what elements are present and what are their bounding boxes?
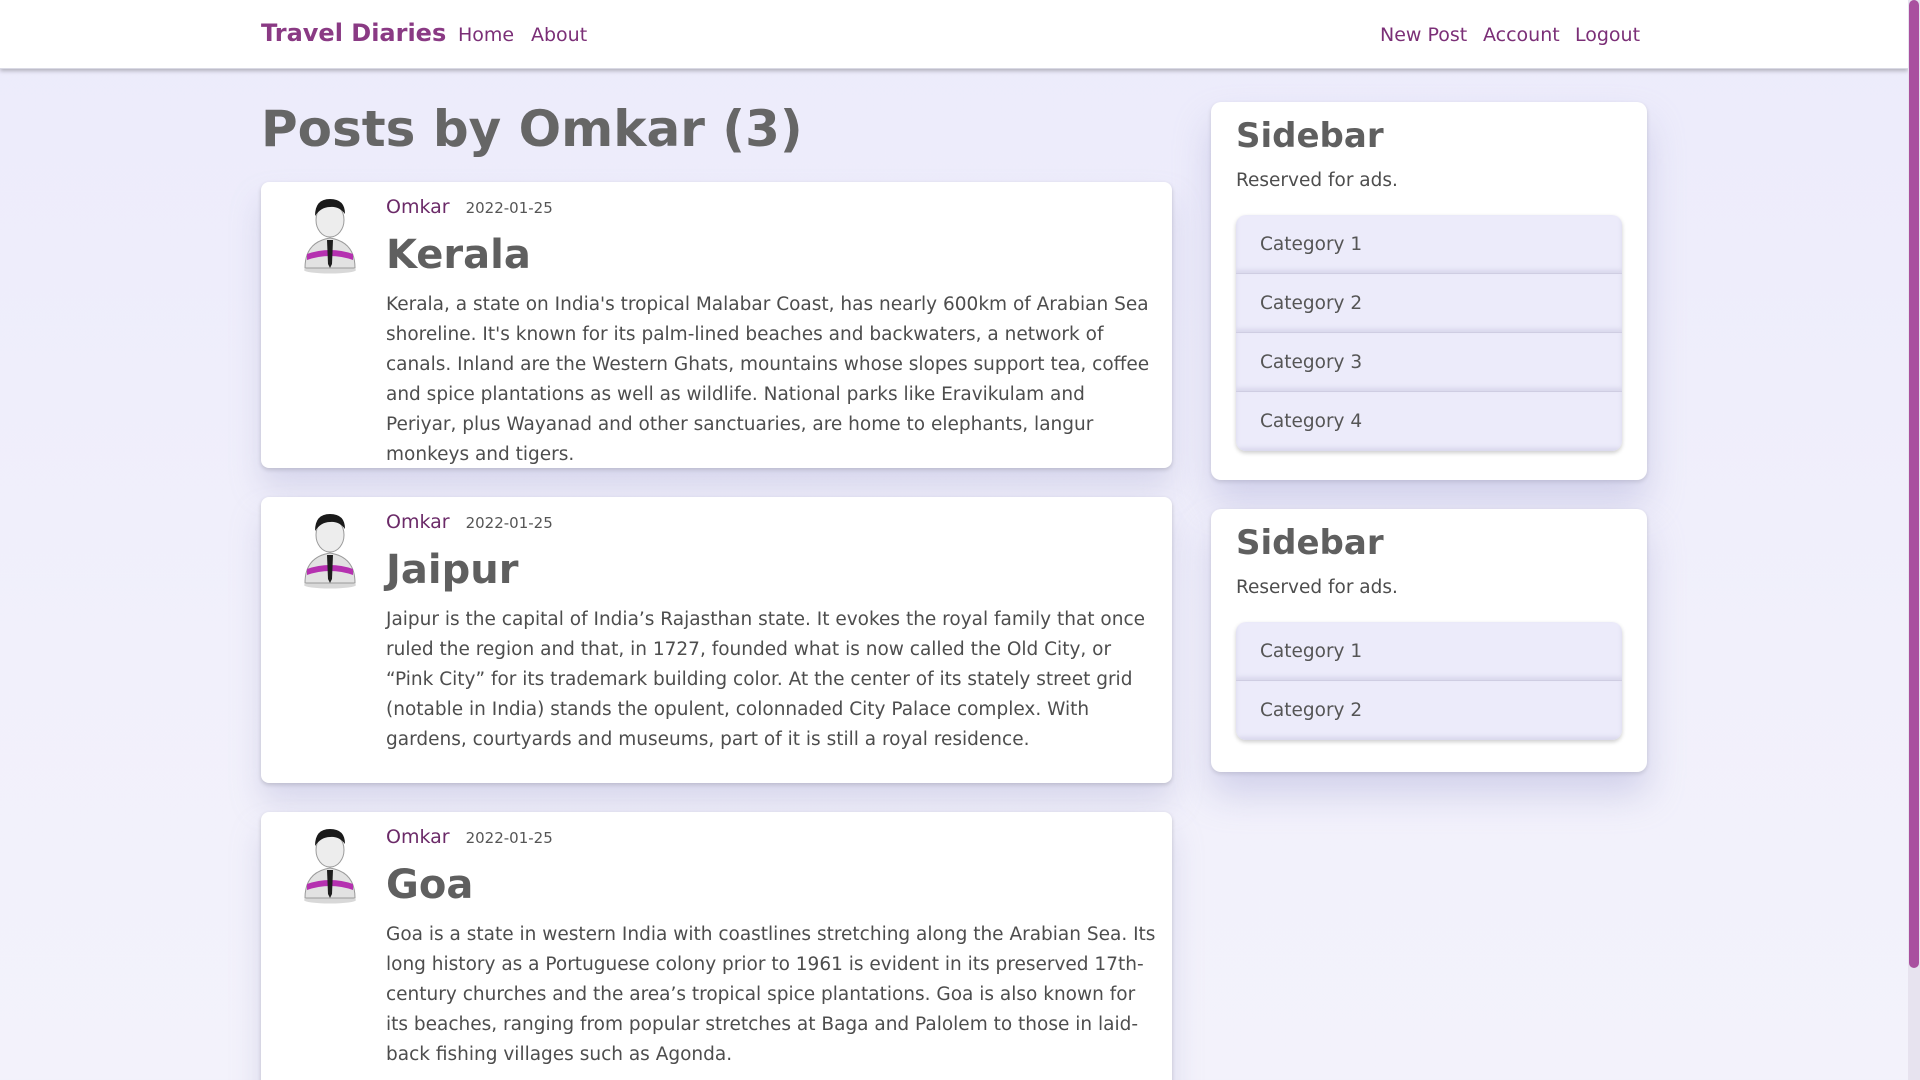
sidebar-text: Reserved for ads. <box>1236 170 1398 191</box>
post-card: Omkar 2022-01-25 Goa Goa is a state in w… <box>261 812 1172 1080</box>
sidebar-card: Sidebar Reserved for ads. Category 1 Cat… <box>1211 509 1647 772</box>
sidebar-title: Sidebar <box>1236 523 1384 563</box>
post-title-link[interactable]: Kerala <box>386 232 531 278</box>
nav-home-link[interactable]: Home <box>458 24 514 46</box>
post-body: Goa is a state in western India with coa… <box>386 924 1156 1065</box>
post-card: Omkar 2022-01-25 Jaipur Jaipur is the ca… <box>261 497 1172 783</box>
nav-about-link[interactable]: About <box>531 24 587 46</box>
post-author-link[interactable]: Omkar <box>386 511 450 533</box>
nav-account-link[interactable]: Account <box>1483 24 1560 46</box>
nav-new-post-link[interactable]: New Post <box>1380 24 1467 46</box>
category-item[interactable]: Category 1 <box>1236 215 1622 274</box>
post-date: 2022-01-25 <box>465 514 553 532</box>
post-body: Kerala, a state on India's tropical Mala… <box>386 294 1150 465</box>
post-meta: Omkar 2022-01-25 <box>386 511 553 533</box>
scrollbar-thumb[interactable] <box>1909 0 1919 968</box>
category-item[interactable]: Category 2 <box>1236 274 1622 333</box>
sidebar-text: Reserved for ads. <box>1236 577 1398 598</box>
post-title-link[interactable]: Jaipur <box>386 547 518 593</box>
post-author-link[interactable]: Omkar <box>386 196 450 218</box>
page-title: Posts by Omkar (3) <box>261 100 803 158</box>
top-navbar: Travel Diaries Home About New Post Accou… <box>0 0 1908 69</box>
category-item[interactable]: Category 1 <box>1236 622 1622 681</box>
user-avatar-icon <box>299 194 361 274</box>
post-date: 2022-01-25 <box>465 829 553 847</box>
post-title-link[interactable]: Goa <box>386 862 473 908</box>
category-item[interactable]: Category 4 <box>1236 392 1622 451</box>
post-body: Jaipur is the capital of India’s Rajasth… <box>386 609 1146 750</box>
category-list: Category 1 Category 2 <box>1236 622 1622 740</box>
post-meta: Omkar 2022-01-25 <box>386 826 553 848</box>
user-avatar-icon <box>299 509 361 589</box>
category-item[interactable]: Category 3 <box>1236 333 1622 392</box>
sidebar-title: Sidebar <box>1236 116 1384 156</box>
category-item[interactable]: Category 2 <box>1236 681 1622 740</box>
user-avatar-icon <box>299 824 361 904</box>
brand-link[interactable]: Travel Diaries <box>261 19 446 47</box>
post-author-link[interactable]: Omkar <box>386 826 450 848</box>
category-list: Category 1 Category 2 Category 3 Categor… <box>1236 215 1622 451</box>
post-date: 2022-01-25 <box>465 199 553 217</box>
post-meta: Omkar 2022-01-25 <box>386 196 553 218</box>
nav-logout-link[interactable]: Logout <box>1575 24 1640 46</box>
post-card: Omkar 2022-01-25 Kerala Kerala, a state … <box>261 182 1172 468</box>
sidebar-card: Sidebar Reserved for ads. Category 1 Cat… <box>1211 102 1647 480</box>
